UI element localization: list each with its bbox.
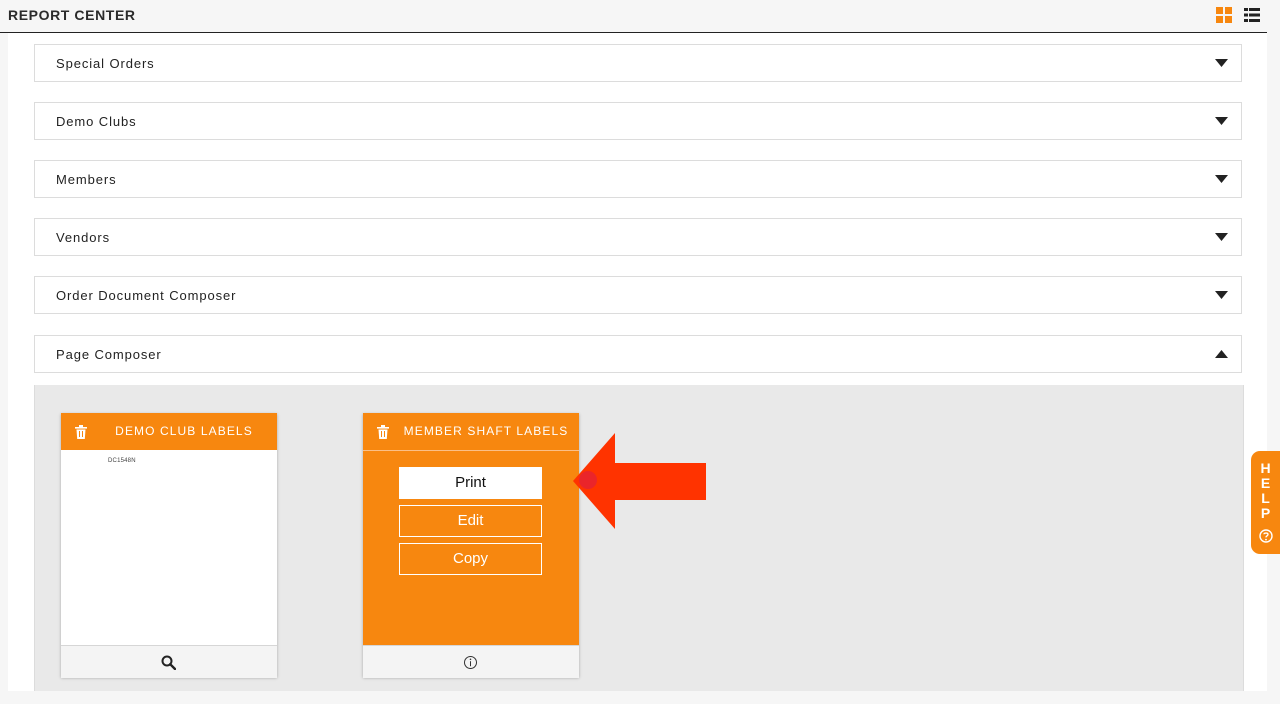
accordion-label: Members (56, 172, 117, 187)
accordion-label: Order Document Composer (56, 288, 237, 303)
page-title: REPORT CENTER (8, 7, 136, 23)
report-card-member-shaft-labels: MEMBER SHAFT LABELS Print Edit Copy (363, 413, 579, 678)
help-letter: H (1260, 460, 1271, 476)
card-actions: Print Edit Copy (363, 451, 579, 645)
info-icon[interactable] (463, 655, 478, 670)
trash-icon[interactable] (75, 425, 87, 439)
preview-label-code: DC1548N (108, 458, 136, 464)
grid-view-icon[interactable] (1216, 7, 1232, 23)
annotation-arrow-icon (573, 433, 706, 529)
chevron-down-icon (1215, 291, 1228, 299)
card-footer (363, 645, 579, 678)
help-letter: L (1261, 490, 1270, 506)
edit-button[interactable]: Edit (399, 505, 542, 537)
card-preview: DC1548N (61, 450, 277, 645)
search-icon[interactable] (161, 655, 176, 670)
accordion-members[interactable]: Members (34, 160, 1242, 198)
accordion-label: Demo Clubs (56, 114, 137, 129)
chevron-down-icon (1215, 117, 1228, 125)
card-header: DEMO CLUB LABELS (61, 413, 277, 450)
card-footer (61, 645, 277, 678)
trash-icon[interactable] (377, 425, 389, 439)
help-letter: E (1260, 475, 1271, 491)
accordion-special-orders[interactable]: Special Orders (34, 44, 1242, 82)
accordion-vendors[interactable]: Vendors (34, 218, 1242, 256)
question-icon (1259, 529, 1273, 543)
copy-button[interactable]: Copy (399, 543, 542, 575)
chevron-up-icon (1215, 350, 1228, 358)
report-card-demo-club-labels: DEMO CLUB LABELS DC1548N (61, 413, 277, 678)
accordion-page-composer[interactable]: Page Composer (34, 335, 1242, 373)
report-list: Special Orders Demo Clubs Members Vendor… (8, 33, 1267, 691)
accordion-order-document-composer[interactable]: Order Document Composer (34, 276, 1242, 314)
accordion-demo-clubs[interactable]: Demo Clubs (34, 102, 1242, 140)
print-button[interactable]: Print (399, 467, 542, 499)
chevron-down-icon (1215, 59, 1228, 67)
card-header: MEMBER SHAFT LABELS (363, 413, 579, 451)
help-letter: P (1260, 505, 1271, 521)
card-title: DEMO CLUB LABELS (115, 424, 253, 438)
report-center-header: REPORT CENTER (0, 0, 1267, 33)
accordion-label: Special Orders (56, 56, 155, 71)
help-label: H E L P (1251, 461, 1280, 521)
chevron-down-icon (1215, 175, 1228, 183)
help-tab[interactable]: H E L P (1251, 451, 1280, 554)
accordion-label: Page Composer (56, 347, 162, 362)
page-composer-panel: DEMO CLUB LABELS DC1548N MEMBER SHAFT LA… (34, 385, 1244, 691)
chevron-down-icon (1215, 233, 1228, 241)
list-view-icon[interactable] (1244, 7, 1260, 23)
accordion-label: Vendors (56, 230, 111, 245)
card-title: MEMBER SHAFT LABELS (403, 424, 569, 438)
